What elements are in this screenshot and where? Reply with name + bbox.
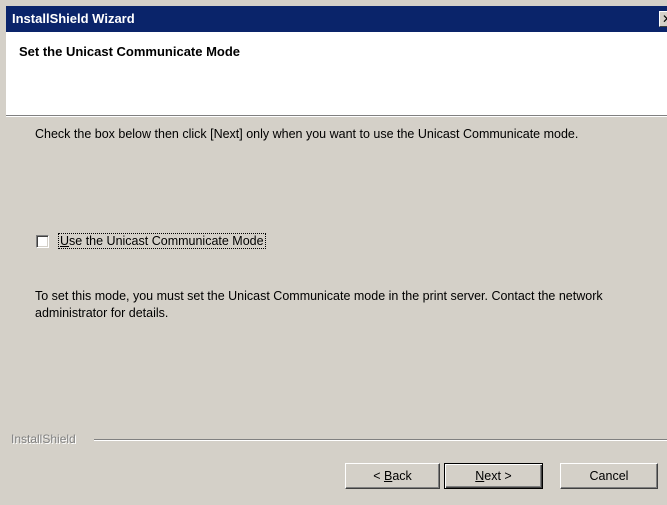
instructions-text: Check the box below then click [Next] on… <box>35 127 579 141</box>
installshield-brand-label: InstallShield <box>11 432 76 446</box>
brand-divider-line <box>94 439 667 441</box>
unicast-mode-checkbox[interactable] <box>36 234 49 248</box>
header-divider <box>6 116 667 117</box>
checkbox-label-mnemonic: U <box>60 234 70 248</box>
note-text: To set this mode, you must set the Unica… <box>35 289 603 320</box>
next-button-rest: ext > <box>484 469 512 483</box>
close-icon[interactable]: ✕ <box>659 11 667 27</box>
header-panel: Set the Unicast Communicate Mode <box>6 32 667 116</box>
brand-separator: InstallShield <box>6 432 667 446</box>
back-button-prefix: < <box>373 469 384 483</box>
checkbox-label-rest: se the Unicast Communicate Mode <box>69 234 264 248</box>
cancel-button[interactable]: Cancel <box>560 463 658 489</box>
page-title: Set the Unicast Communicate Mode <box>19 44 241 59</box>
installshield-wizard-window: InstallShield Wizard ✕ Set the Unicast C… <box>0 0 667 505</box>
back-button[interactable]: < Back <box>345 463 440 489</box>
unicast-mode-checkbox-label[interactable]: Use the Unicast Communicate Mode <box>58 233 266 249</box>
window-title: InstallShield Wizard <box>12 11 135 26</box>
back-button-rest: ack <box>392 469 412 483</box>
title-bar[interactable]: InstallShield Wizard ✕ <box>6 6 667 32</box>
next-button[interactable]: Next > <box>444 463 543 489</box>
next-button-mnemonic: N <box>475 469 485 483</box>
unicast-mode-option[interactable]: Use the Unicast Communicate Mode <box>36 233 266 249</box>
